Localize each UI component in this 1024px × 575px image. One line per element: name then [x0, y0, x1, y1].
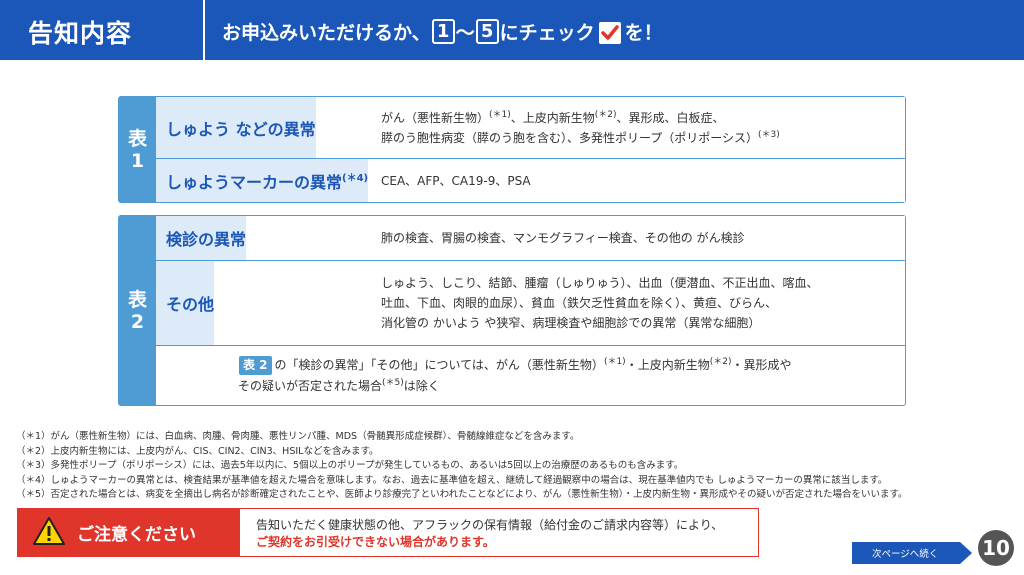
warning-icon [33, 516, 65, 549]
table-1: 表 1 しゅよう などの異常 がん（悪性新生物）(＊1)、上皮内新生物(＊2)、… [118, 96, 906, 203]
desc-line: 膵のう胞性病変（膵のう胞を含む）、多発性ポリープ（ポリポーシス）(＊3) [381, 129, 780, 145]
table-1-label: 表 1 [119, 97, 156, 202]
caution-line-2: ご契約をお引受けできない場合があります。 [256, 535, 495, 549]
number-box-end: 5 [475, 19, 499, 44]
header-tilde: 〜 [455, 22, 475, 44]
header-divider [203, 0, 205, 60]
description-other: しゅよう、しこり、結節、腫瘤（しゅりゅう）、出血（便潜血、不正出血、喀血、 吐血… [369, 261, 905, 345]
table-2-note: 表 2 の「検診の異常」「その他」については、がん（悪性新生物）(＊1)・上皮内新… [156, 346, 905, 406]
desc-line: がん（悪性新生物）(＊1)、上皮内新生物(＊2)、異形成、白板症、 [381, 109, 725, 125]
table-2-label: 表 2 [119, 216, 156, 405]
number-box-start: 1 [431, 19, 455, 44]
footnote-5: （＊5）否定された場合とは、病変を全摘出し病名が診断確定されたことや、医師より診… [16, 489, 908, 501]
caution-line-1: 告知いただく健康状態の他、アフラックの保有情報（給付金のご請求内容等）により、 [256, 518, 724, 532]
next-page-button[interactable]: 次ページへ続く [852, 542, 972, 564]
description-tumor: がん（悪性新生物）(＊1)、上皮内新生物(＊2)、異形成、白板症、 膵のう胞性病… [369, 97, 905, 158]
note-line-1: 表 2 の「検診の異常」「その他」については、がん（悪性新生物）(＊1)・上皮内新… [239, 355, 791, 376]
desc-line: CEA、AFP、CA19-9、PSA [381, 173, 531, 188]
header-msg-middle: にチェック [499, 22, 595, 44]
header-message: お申込みいただけるか、 1 〜 5 にチェック を！ [222, 18, 663, 45]
footnotes: （＊1）がん（悪性新生物）には、白血病、肉腫、骨肉腫、悪性リンパ腫、MDS（骨髄… [16, 430, 908, 503]
page-number: 10 [978, 530, 1014, 566]
caution-title: ご注意ください [77, 525, 196, 545]
category-other-label: その他 [166, 295, 215, 314]
desc-line: 肺の検査、胃腸の検査、マンモグラフィー検査、その他の がん検診 [381, 231, 745, 245]
category-checkup: 検診の異常 [156, 216, 247, 260]
footnote-4: （＊4）しゅようマーカーの異常とは、検査結果が基準値を超えた場合を意味します。な… [16, 474, 888, 486]
page-header: 告知内容 お申込みいただけるか、 1 〜 5 にチェック を！ [0, 0, 1024, 60]
footnote-3: （＊3）多発性ポリープ（ポリポーシス）には、過去5年以内に、5個以上のポリープが… [16, 460, 684, 472]
page-title: 告知内容 [28, 19, 133, 48]
check-icon [598, 21, 621, 44]
desc-line: 吐血、下血、肉眼的血尿）、貧血（鉄欠乏性貧血を除く）、黄疸、びらん、 [381, 296, 778, 310]
description-tumor-marker: CEA、AFP、CA19-9、PSA [369, 159, 905, 202]
note-line-2: その疑いが否定された場合(＊5)は除く [238, 378, 440, 393]
category-tumor-marker: しゅようマーカーの異常 (＊4) [156, 159, 369, 202]
category-tumor-label: しゅよう などの異常 [166, 119, 316, 139]
caution-text: 告知いただく健康状態の他、アフラックの保有情報（給付金のご請求内容等）により、 … [256, 517, 723, 551]
category-tumor-marker-label: しゅようマーカーの異常 [166, 172, 343, 192]
table-2-badge: 表 2 [239, 356, 272, 375]
desc-line: 消化管の かいよう や狭窄、病理検査や細胞診での異常（異常な細胞） [381, 316, 761, 330]
desc-line: しゅよう、しこり、結節、腫瘤（しゅりゅう）、出血（便潜血、不正出血、喀血、 [381, 276, 819, 290]
category-checkup-label: 検診の異常 [166, 230, 247, 249]
header-msg-suffix: を！ [624, 22, 663, 44]
category-sup: (＊4) [342, 173, 369, 184]
header-msg-prefix: お申込みいただけるか、 [222, 22, 431, 44]
category-other: その他 [156, 261, 215, 345]
caution-box: ご注意ください 告知いただく健康状態の他、アフラックの保有情報（給付金のご請求内… [17, 508, 759, 557]
footnote-1: （＊1）がん（悪性新生物）には、白血病、肉腫、骨肉腫、悪性リンパ腫、MDS（骨髄… [16, 431, 580, 442]
caution-header: ご注意ください [18, 509, 240, 556]
table-2: 表 2 検診の異常 肺の検査、胃腸の検査、マンモグラフィー検査、その他の がん検… [118, 215, 906, 406]
category-tumor: しゅよう などの異常 [156, 97, 316, 158]
description-checkup: 肺の検査、胃腸の検査、マンモグラフィー検査、その他の がん検診 [369, 216, 905, 260]
footnote-2: （＊2）上皮内新生物には、上皮内がん、CIS、CIN2、CIN3、HSILなどを… [16, 445, 379, 457]
